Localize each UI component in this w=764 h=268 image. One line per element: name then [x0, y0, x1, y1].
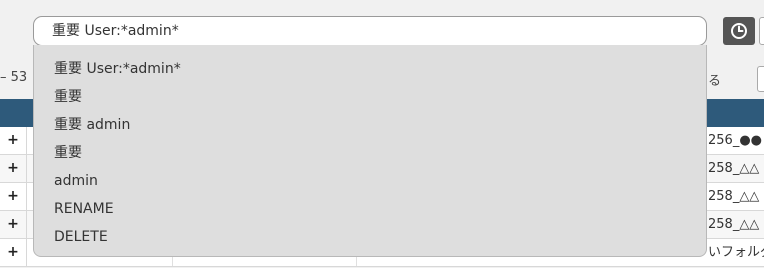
name-cell: 258_△△: [708, 189, 760, 204]
search-suggestions-dropdown: 重要 User:*admin* 重要 重要 admin 重要 admin REN…: [33, 45, 707, 257]
search-history-button[interactable]: [723, 17, 755, 45]
toolbar-right-label: る: [708, 74, 722, 89]
toolbar-input-partial[interactable]: [757, 66, 764, 92]
expand-button[interactable]: +: [0, 155, 27, 182]
suggestion-item[interactable]: 重要: [34, 83, 706, 111]
suggestion-item[interactable]: 重要 admin: [34, 111, 706, 139]
toolbar-button-partial[interactable]: [759, 17, 764, 45]
clock-icon: [731, 23, 747, 39]
top-bar: 重要 User:*admin*: [0, 0, 764, 48]
expand-button[interactable]: +: [0, 239, 27, 266]
expand-button[interactable]: +: [0, 211, 27, 238]
suggestion-item[interactable]: RENAME: [34, 195, 706, 223]
expand-button[interactable]: +: [0, 127, 27, 154]
expand-button[interactable]: +: [0, 183, 27, 210]
suggestion-item[interactable]: 重要 User:*admin*: [34, 55, 706, 83]
search-query-text: 重要 User:*admin*: [52, 23, 179, 39]
suggestion-item[interactable]: DELETE: [34, 223, 706, 251]
name-cell: 258_△△: [708, 217, 760, 232]
name-cell: 256_●●: [708, 133, 762, 148]
name-cell: いフォルダ: [708, 245, 764, 260]
pagination-range: – 53: [0, 70, 28, 85]
suggestion-item[interactable]: 重要: [34, 139, 706, 167]
search-input[interactable]: 重要 User:*admin*: [33, 16, 707, 46]
suggestion-item[interactable]: admin: [34, 167, 706, 195]
name-cell: 258_△△: [708, 161, 760, 176]
